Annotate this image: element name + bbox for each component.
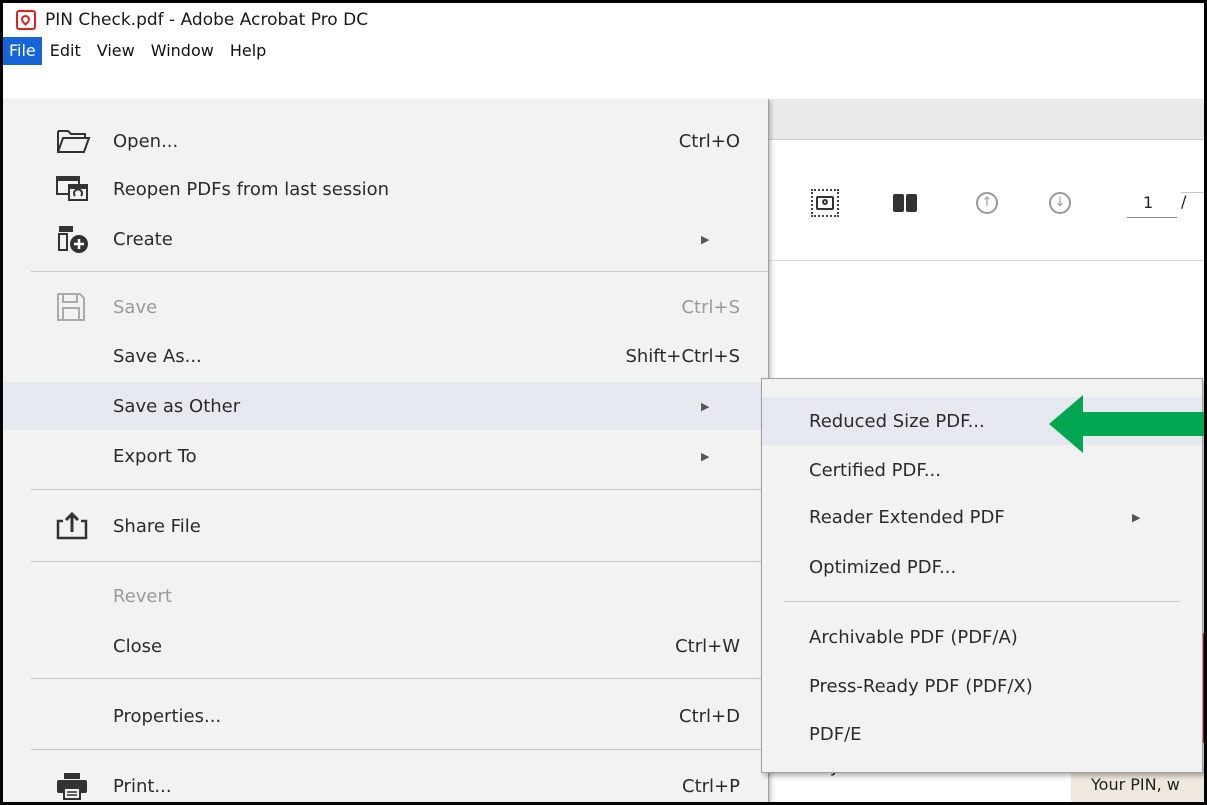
save-as-shortcut: Shift+Ctrl+S — [625, 345, 740, 367]
submenu-item-archivable-pdf[interactable]: Archivable PDF (PDF/A) — [762, 613, 1202, 661]
print-label: Print... — [113, 775, 172, 797]
save-shortcut: Ctrl+S — [681, 296, 740, 318]
window-title: PIN Check.pdf - Adobe Acrobat Pro DC — [45, 10, 369, 30]
menu-separator — [31, 678, 768, 679]
menu-edit[interactable]: Edit — [42, 37, 89, 65]
close-shortcut: Ctrl+W — [675, 635, 740, 657]
save-as-label: Save As... — [113, 345, 202, 367]
revert-label: Revert — [113, 585, 172, 607]
certified-label: Certified PDF... — [809, 459, 942, 481]
file-menu: Open... Ctrl+O Reopen PDFs from last ses… — [3, 99, 769, 802]
reopen-label: Reopen PDFs from last session — [113, 178, 390, 200]
menu-item-reopen[interactable]: Reopen PDFs from last session — [3, 165, 768, 213]
menu-item-open[interactable]: Open... Ctrl+O — [3, 117, 768, 165]
next-page-icon[interactable]: ↓ — [1046, 189, 1074, 217]
chevron-right-icon: ▶ — [701, 449, 710, 463]
reopen-icon — [56, 176, 88, 201]
save-as-other-label: Save as Other — [113, 395, 241, 417]
acrobat-icon — [16, 10, 36, 30]
previous-page-icon[interactable]: ↑ — [973, 189, 1001, 217]
folder-open-icon — [57, 130, 91, 153]
share-file-label: Share File — [113, 515, 201, 537]
submenu-item-reader-extended-pdf[interactable]: Reader Extended PDF ▶ — [762, 493, 1202, 541]
close-label: Close — [113, 635, 163, 657]
menu-item-share-file[interactable]: Share File — [3, 502, 768, 550]
reduced-size-label: Reduced Size PDF... — [809, 410, 985, 432]
save-icon — [57, 293, 85, 321]
submenu-item-optimized-pdf[interactable]: Optimized PDF... — [762, 543, 1202, 591]
chevron-right-icon: ▶ — [1132, 510, 1141, 524]
menu-file[interactable]: File — [3, 37, 42, 65]
menu-item-save-as-other[interactable]: Save as Other ▶ — [3, 382, 768, 430]
page-separator: / — [1181, 192, 1204, 211]
page-number: 1 — [1143, 193, 1154, 212]
menu-item-export-to[interactable]: Export To ▶ — [3, 432, 768, 480]
save-label: Save — [113, 296, 158, 318]
menu-bar: File Edit View Window Help — [3, 37, 1204, 65]
submenu-item-press-ready-pdf[interactable]: Press-Ready PDF (PDF/X) — [762, 662, 1202, 710]
submenu-separator — [784, 601, 1180, 602]
menu-window[interactable]: Window — [143, 37, 222, 65]
create-pdf-icon — [58, 226, 88, 253]
snapshot-icon[interactable] — [811, 189, 839, 217]
tab-strip — [768, 99, 1204, 140]
export-to-label: Export To — [113, 445, 197, 467]
properties-label: Properties... — [113, 705, 222, 727]
document-box-text: Your PIN, w — [1091, 775, 1180, 794]
menu-item-create[interactable]: Create ▶ — [3, 215, 768, 263]
menu-separator — [31, 561, 768, 562]
app-window: PIN Check.pdf - Adobe Acrobat Pro DC Fil… — [0, 0, 1207, 805]
chevron-right-icon: ▶ — [701, 232, 710, 246]
menu-separator — [31, 489, 768, 490]
printer-icon — [57, 773, 87, 800]
properties-shortcut: Ctrl+D — [679, 705, 740, 727]
menu-separator — [31, 749, 768, 750]
open-label: Open... — [113, 130, 179, 152]
reader-extended-label: Reader Extended PDF — [809, 506, 1005, 528]
open-shortcut: Ctrl+O — [678, 130, 740, 152]
page-number-field[interactable]: 1 / — [1125, 187, 1204, 218]
press-ready-label: Press-Ready PDF (PDF/X) — [809, 675, 1033, 697]
title-bar: PIN Check.pdf - Adobe Acrobat Pro DC — [3, 3, 1204, 37]
menu-item-properties[interactable]: Properties... Ctrl+D — [3, 692, 768, 740]
menu-separator — [31, 271, 768, 272]
menu-item-save-as[interactable]: Save As... Shift+Ctrl+S — [3, 332, 768, 380]
submenu-item-certified-pdf[interactable]: Certified PDF... — [762, 446, 1202, 494]
print-shortcut: Ctrl+P — [682, 775, 740, 797]
submenu-item-pdf-e[interactable]: PDF/E — [762, 710, 1202, 758]
menu-help[interactable]: Help — [222, 37, 274, 65]
menu-item-save: Save Ctrl+S — [3, 283, 768, 331]
menu-item-print[interactable]: Print... Ctrl+P — [3, 762, 768, 802]
create-label: Create — [113, 228, 173, 250]
find-icon[interactable] — [891, 189, 919, 217]
green-arrow-icon — [1049, 395, 1204, 453]
optimized-label: Optimized PDF... — [809, 556, 957, 578]
pdf-e-label: PDF/E — [809, 723, 862, 745]
menu-item-close[interactable]: Close Ctrl+W — [3, 622, 768, 670]
chevron-right-icon: ▶ — [701, 399, 710, 413]
menu-item-revert: Revert — [3, 572, 768, 620]
menu-view[interactable]: View — [89, 37, 143, 65]
share-icon — [56, 511, 88, 540]
archivable-label: Archivable PDF (PDF/A) — [809, 626, 1018, 648]
